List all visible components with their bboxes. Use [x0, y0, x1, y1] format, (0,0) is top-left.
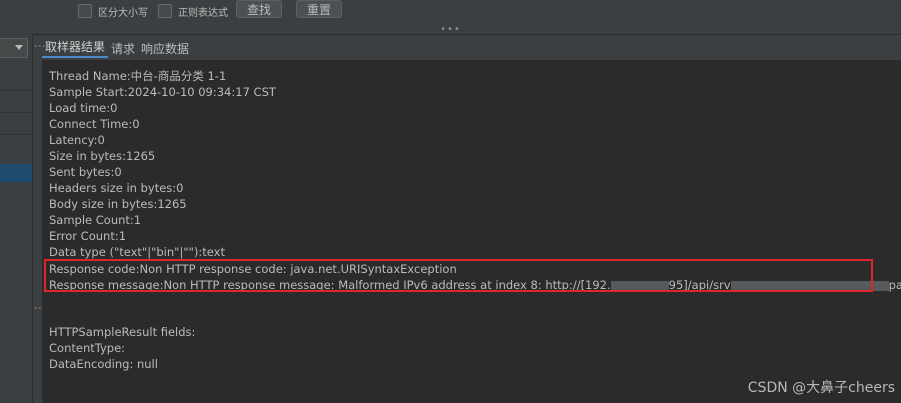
regex-checkbox[interactable]: 正则表达式 [158, 3, 228, 19]
result-line: Sample Start:2024-10-10 09:34:17 CST [49, 85, 276, 99]
fields-line: ContentType: [49, 341, 126, 355]
search-toolbar: 区分大小写 正则表达式 查找 重置 [0, 0, 901, 27]
result-line: Load time:0 [49, 101, 118, 115]
tab-sampler-result[interactable]: 取样器结果 [42, 38, 109, 58]
reset-button[interactable]: 重置 [296, 0, 343, 18]
tab-response-data[interactable]: 响应数据 [138, 40, 192, 58]
regex-label: 正则表达式 [178, 7, 228, 19]
divider [0, 112, 32, 113]
selected-sample-row[interactable] [0, 164, 32, 182]
fields-line: HTTPSampleResult fields: [49, 325, 196, 339]
result-line: Body size in bytes:1265 [49, 197, 187, 211]
result-line: Headers size in bytes:0 [49, 181, 184, 195]
result-line: Size in bytes:1265 [49, 149, 156, 163]
drag-handle-icon: ••• [440, 24, 461, 35]
case-sensitive-checkbox[interactable]: 区分大小写 [78, 3, 148, 19]
checkbox-box[interactable] [78, 4, 92, 18]
result-line: Latency:0 [49, 133, 105, 147]
checkbox-box[interactable] [158, 4, 172, 18]
divider [0, 134, 32, 135]
result-line: Sample Count:1 [49, 213, 142, 227]
watermark: CSDN @大鼻子cheers [747, 380, 895, 396]
horizontal-splitter[interactable]: ••• [0, 24, 901, 35]
fields-line: DataEncoding: null [49, 357, 158, 371]
divider [0, 90, 32, 91]
result-line: Error Count:1 [49, 229, 127, 243]
result-line: Thread Name:中台-商品分类 1-1 [49, 69, 227, 83]
find-button[interactable]: 查找 [236, 0, 283, 18]
response-message-part: page [888, 278, 901, 292]
error-highlight-box [44, 259, 873, 292]
result-line: Sent bytes:0 [49, 165, 122, 179]
renderer-dropdown[interactable] [0, 38, 28, 58]
result-tabs: 取样器结果 请求 响应数据 [42, 38, 901, 58]
left-tree-panel [0, 34, 33, 403]
sampler-result-text-area[interactable]: Thread Name:中台-商品分类 1-1 Sample Start:202… [42, 60, 901, 403]
chevron-down-icon [15, 45, 23, 50]
tab-request[interactable]: 请求 [108, 40, 138, 58]
result-line: Connect Time:0 [49, 117, 140, 131]
case-sensitive-label: 区分大小写 [98, 7, 148, 19]
result-line: Data type ("text"|"bin"|""):text [49, 245, 225, 259]
